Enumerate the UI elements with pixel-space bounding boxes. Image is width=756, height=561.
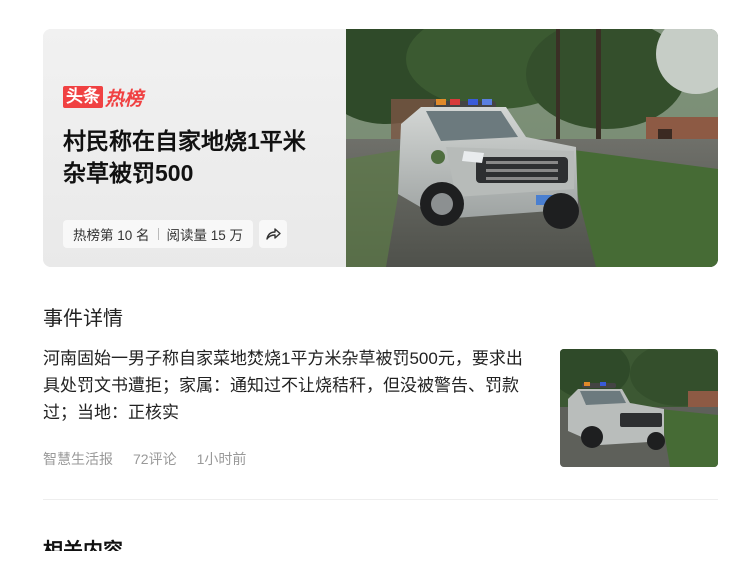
stats-divider — [157, 228, 159, 240]
rank-label: 热榜第 10 名 — [73, 228, 150, 243]
hot-list-card-info: 头条 热榜 村民称在自家地烧1平米杂草被罚500 热榜第 10 名 阅读量 15… — [43, 29, 346, 267]
hot-list-card[interactable]: 头条 热榜 村民称在自家地烧1平米杂草被罚500 热榜第 10 名 阅读量 15… — [43, 29, 718, 267]
event-thumbnail[interactable] — [560, 349, 718, 467]
brand-box: 头条 — [63, 86, 103, 108]
event-summary[interactable]: 河南固始一男子称自家菜地焚烧1平方米杂草被罚500元，要求出具处罚文书遭拒；家属… — [43, 345, 538, 426]
toutiao-hotlist-logo: 头条 热榜 — [63, 85, 144, 110]
hot-topic-headline[interactable]: 村民称在自家地烧1平米杂草被罚500 — [63, 125, 323, 189]
next-section-title: 相关内容 — [43, 540, 123, 551]
stats-pill: 热榜第 10 名 阅读量 15 万 — [63, 220, 254, 248]
share-arrow-icon — [266, 228, 281, 240]
brand-text: 热榜 — [105, 88, 144, 110]
read-count-label: 阅读量 15 万 — [166, 228, 244, 243]
share-button[interactable] — [259, 220, 288, 248]
hot-topic-stats: 热榜第 10 名 阅读量 15 万 — [63, 220, 288, 248]
source-label[interactable]: 智慧生活报 — [43, 449, 113, 469]
event-meta: 智慧生活报 72评论 1小时前 — [43, 449, 246, 469]
timestamp: 1小时前 — [196, 451, 247, 467]
section-title-event-details: 事件详情 — [43, 308, 123, 330]
comment-count: 72评论 — [133, 451, 177, 467]
news-photo-patrol-truck — [346, 29, 718, 267]
section-divider — [43, 499, 718, 500]
